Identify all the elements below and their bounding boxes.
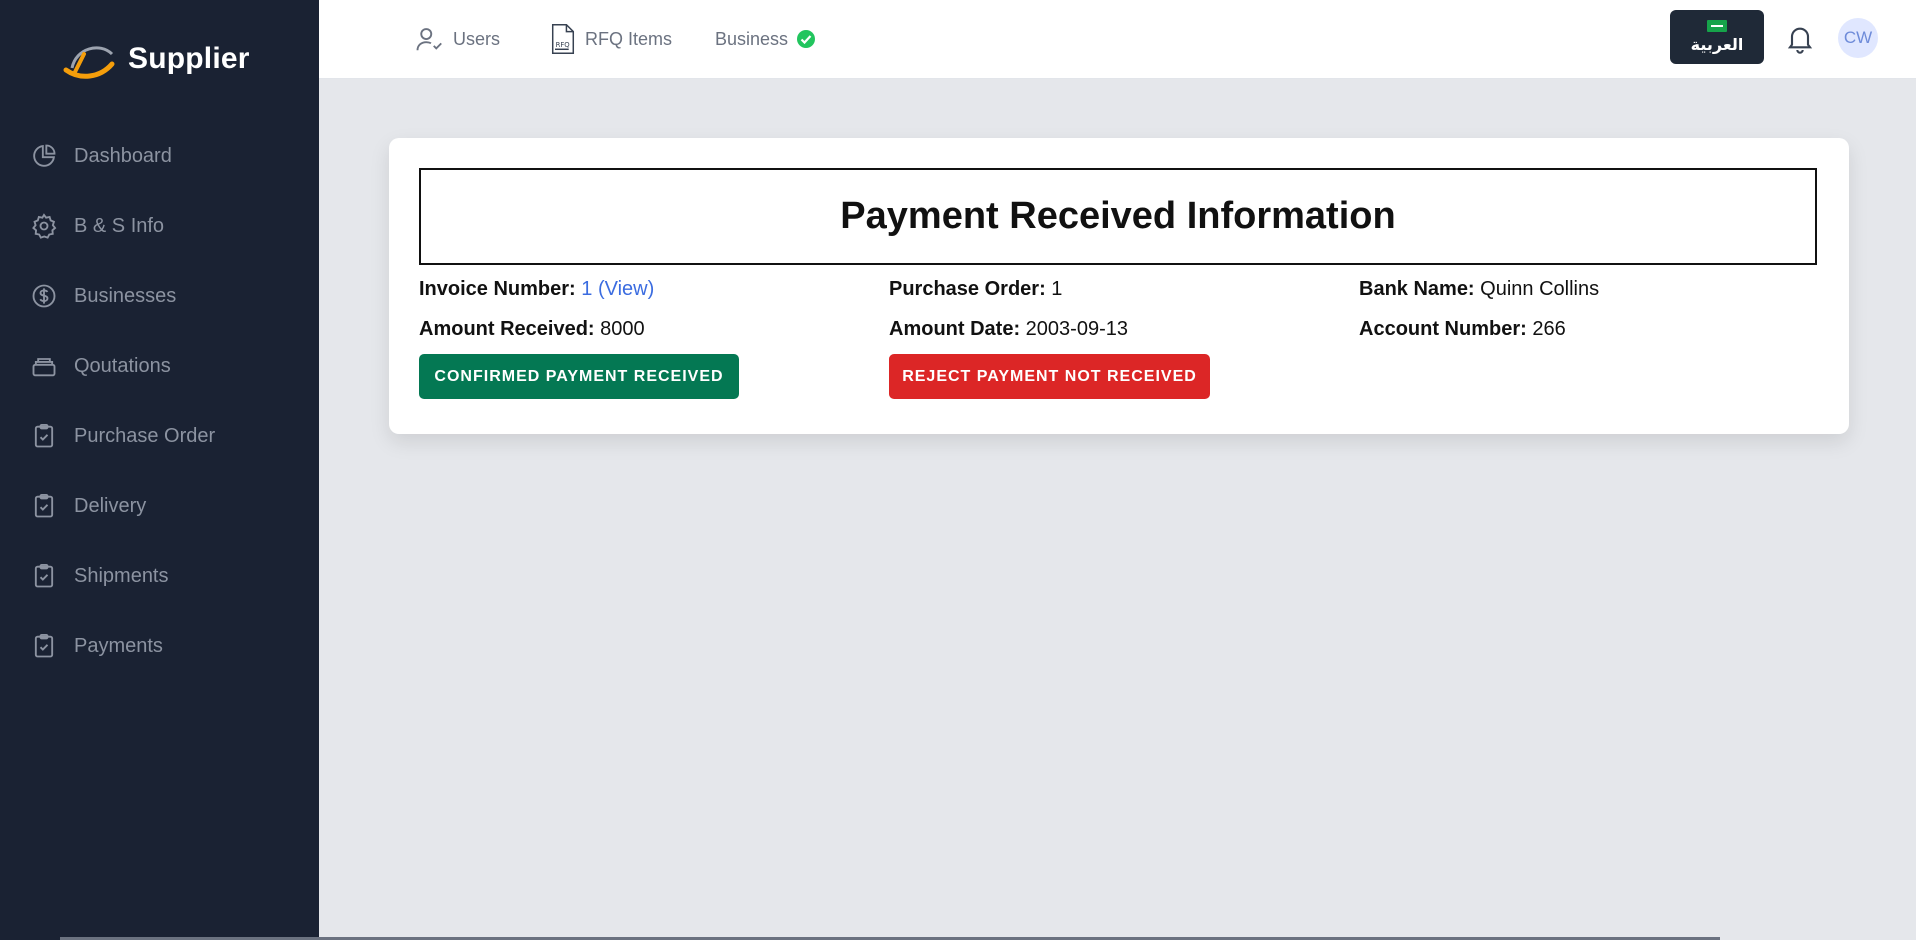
sidebar-item-label: Qoutations	[74, 354, 171, 377]
sidebar-item-label: Dashboard	[74, 144, 172, 167]
clipboard-check-icon	[30, 632, 58, 660]
user-check-icon	[416, 28, 442, 51]
verified-check-icon	[797, 30, 816, 48]
sidebar-item-label: Delivery	[74, 494, 147, 517]
reject-payment-button[interactable]: REJECT PAYMENT NOT RECEIVED	[889, 354, 1210, 399]
brand-name: Supplier	[128, 42, 250, 75]
nav-users-label: Users	[453, 28, 501, 49]
sidebar-item-purchase-order[interactable]: Purchase Order	[0, 401, 319, 471]
title-box: Payment Received Information	[419, 168, 1817, 265]
sidebar-nav: Dashboard B & S Info Businesses Qoutatio…	[0, 121, 319, 681]
clipboard-check-icon	[30, 562, 58, 590]
sidebar-item-businesses[interactable]: Businesses	[0, 261, 319, 331]
account-number-field: Account Number: 266	[1359, 318, 1566, 341]
language-label: العربية	[1690, 36, 1744, 54]
amount-date-value: 2003-09-13	[1025, 318, 1128, 340]
sidebar-item-label: Shipments	[74, 564, 169, 587]
sidebar-item-quotations[interactable]: Qoutations	[0, 331, 319, 401]
account-number-label: Account Number:	[1359, 318, 1527, 340]
clipboard-check-icon	[30, 422, 58, 450]
sidebar-item-label: Businesses	[74, 284, 177, 307]
sidebar: Supplier Dashboard B & S Info Businesses…	[0, 0, 319, 940]
sidebar-item-bs-info[interactable]: B & S Info	[0, 191, 319, 261]
nav-business[interactable]: Business	[715, 0, 824, 78]
amount-received-label: Amount Received:	[419, 318, 595, 340]
bank-name-value: Quinn Collins	[1480, 278, 1600, 300]
sidebar-item-shipments[interactable]: Shipments	[0, 541, 319, 611]
bell-icon[interactable]	[1784, 20, 1816, 56]
invoice-number-field: Invoice Number: 1 (View)	[419, 278, 654, 301]
avatar[interactable]: CW	[1838, 18, 1878, 58]
purchase-order-field: Purchase Order: 1	[889, 278, 1062, 301]
rfq-document-icon: RFQ	[551, 23, 575, 55]
nav-rfq-items[interactable]: RFQ RFQ Items	[549, 0, 672, 78]
amount-received-value: 8000	[600, 318, 645, 340]
invoice-number-label: Invoice Number:	[419, 278, 576, 300]
svg-text:RFQ: RFQ	[556, 41, 570, 49]
language-toggle-button[interactable]: العربية	[1670, 10, 1764, 64]
saudi-flag-icon	[1707, 19, 1727, 32]
page-title: Payment Received Information	[840, 195, 1396, 237]
supplier-logo-icon	[63, 46, 115, 79]
bank-name-label: Bank Name:	[1359, 278, 1475, 300]
bank-name-field: Bank Name: Quinn Collins	[1359, 278, 1599, 301]
invoice-view-link[interactable]: 1 (View)	[581, 278, 654, 300]
gear-icon	[30, 212, 58, 240]
sidebar-item-dashboard[interactable]: Dashboard	[0, 121, 319, 191]
purchase-order-label: Purchase Order:	[889, 278, 1046, 300]
nav-users[interactable]: Users	[415, 0, 500, 78]
brand[interactable]: Supplier	[62, 34, 250, 84]
clipboard-check-icon	[30, 492, 58, 520]
amount-date-label: Amount Date:	[889, 318, 1021, 340]
amount-date-field: Amount Date: 2003-09-13	[889, 318, 1128, 341]
confirm-payment-button[interactable]: CONFIRMED PAYMENT RECEIVED	[419, 354, 739, 399]
nav-business-label: Business	[715, 28, 789, 49]
sidebar-item-label: Purchase Order	[74, 424, 216, 447]
sidebar-item-label: Payments	[74, 634, 163, 657]
dollar-circle-icon	[30, 282, 58, 310]
nav-rfq-items-label: RFQ Items	[585, 28, 673, 49]
sidebar-item-delivery[interactable]: Delivery	[0, 471, 319, 541]
sidebar-item-label: B & S Info	[74, 214, 165, 237]
pie-chart-icon	[30, 142, 58, 170]
top-navbar: Users RFQ RFQ Items Business العربية CW	[319, 0, 1916, 79]
stack-icon	[30, 352, 58, 380]
sidebar-item-payments[interactable]: Payments	[0, 611, 319, 681]
purchase-order-value: 1	[1051, 278, 1063, 300]
account-number-value: 266	[1532, 318, 1566, 340]
payment-card: Payment Received Information Invoice Num…	[389, 138, 1849, 434]
amount-received-field: Amount Received: 8000	[419, 318, 645, 341]
